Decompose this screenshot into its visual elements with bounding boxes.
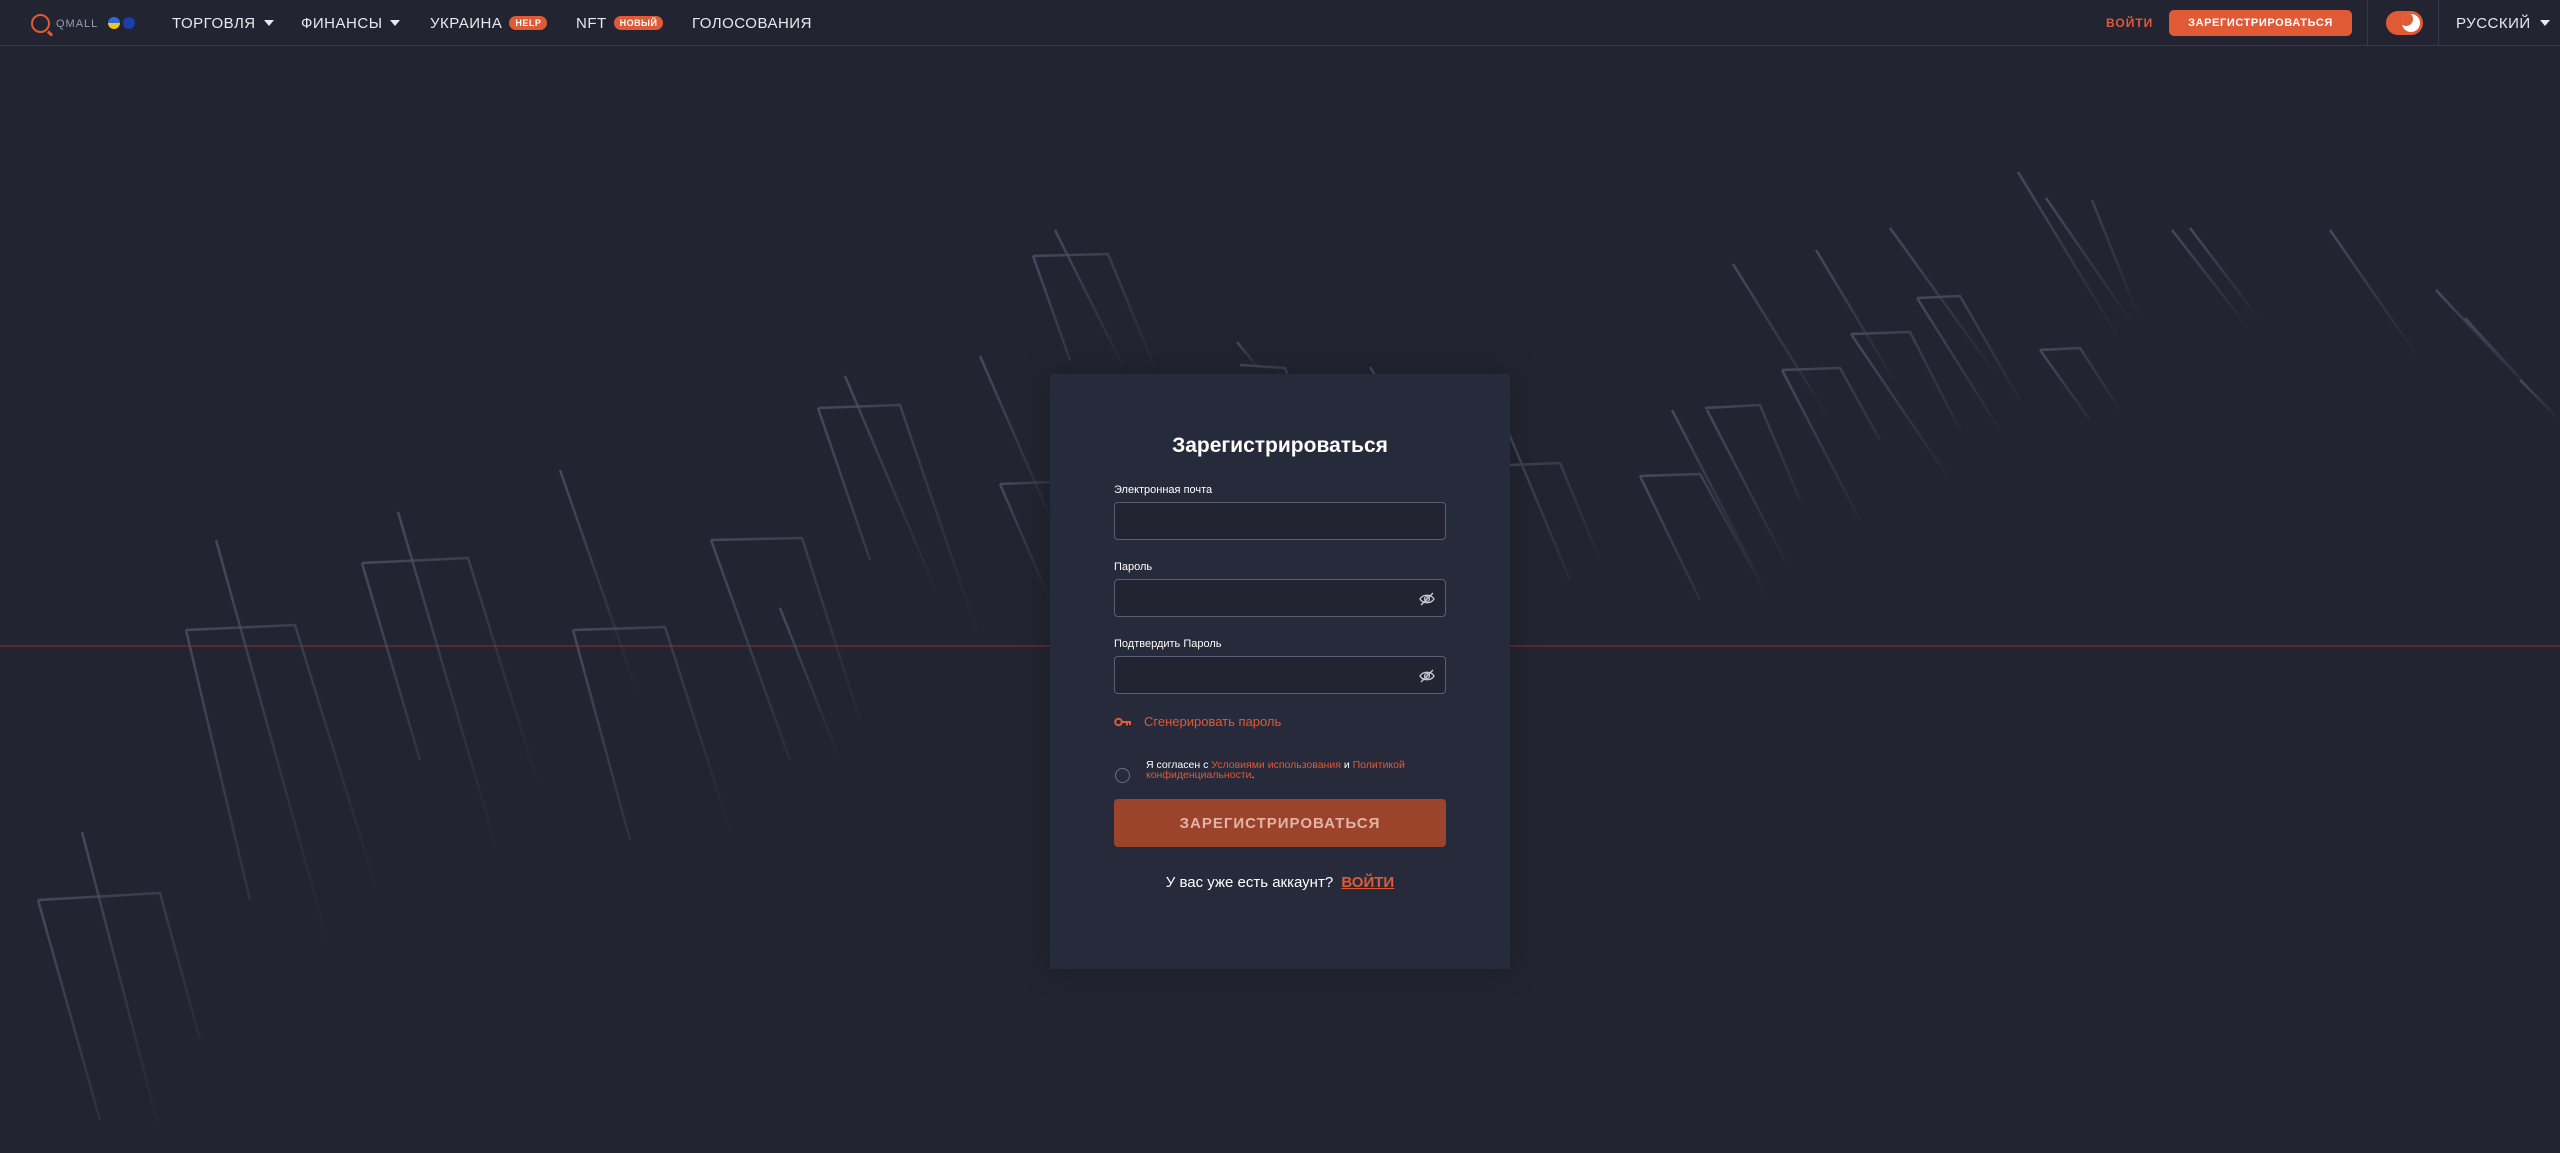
confirm-password-label: Подтвердить Пароль bbox=[1114, 638, 1222, 650]
ukraine-flag-icon bbox=[108, 17, 120, 29]
key-icon bbox=[1114, 717, 1131, 726]
new-badge: НОВЫЙ bbox=[613, 16, 664, 30]
agree-and: и bbox=[1343, 759, 1350, 771]
nav-ukraine-label: УКРАИНА bbox=[430, 14, 503, 32]
password-field[interactable] bbox=[1114, 579, 1446, 617]
divider bbox=[2367, 0, 2368, 46]
generate-password-link[interactable]: Сгенерировать пароль bbox=[1114, 714, 1281, 729]
have-account-text: У вас уже есть аккаунт? bbox=[1165, 874, 1334, 891]
eye-off-icon[interactable] bbox=[1419, 591, 1435, 607]
top-navbar: QMALL ТОРГОВЛЯ ФИНАНСЫ УКРАИНА HELP NFT … bbox=[0, 0, 2560, 46]
language-label: РУССКИЙ bbox=[2456, 14, 2531, 32]
chevron-down-icon bbox=[390, 20, 401, 26]
nav-voting[interactable]: ГОЛОСОВАНИЯ bbox=[692, 0, 812, 46]
nav-trade-label: ТОРГОВЛЯ bbox=[172, 14, 256, 32]
submit-register-button[interactable]: ЗАРЕГИСТРИРОВАТЬСЯ bbox=[1114, 799, 1446, 847]
eu-flag-icon bbox=[123, 17, 135, 29]
logo[interactable]: QMALL bbox=[31, 14, 98, 33]
confirm-password-field[interactable] bbox=[1114, 656, 1446, 694]
divider bbox=[2438, 0, 2439, 46]
nav-nft[interactable]: NFT НОВЫЙ bbox=[576, 0, 664, 46]
chevron-down-icon bbox=[2539, 20, 2550, 26]
login-link[interactable]: ВОЙТИ bbox=[1341, 874, 1394, 891]
have-account-row: У вас уже есть аккаунт? ВОЙТИ bbox=[1050, 874, 1510, 891]
moon-icon bbox=[2402, 14, 2420, 32]
eye-off-icon[interactable] bbox=[1419, 668, 1435, 684]
nav-finance-label: ФИНАНСЫ bbox=[301, 14, 383, 32]
nav-nft-label: NFT bbox=[576, 14, 607, 32]
register-card: Зарегистрироваться Электронная почта Пар… bbox=[1050, 374, 1510, 969]
page-title: Зарегистрироваться bbox=[1172, 434, 1388, 457]
header-login-link[interactable]: ВОЙТИ bbox=[2106, 0, 2153, 46]
nav-finance[interactable]: ФИНАНСЫ bbox=[301, 0, 401, 46]
email-field[interactable] bbox=[1114, 502, 1446, 540]
agree-suffix: . bbox=[1251, 769, 1255, 781]
nav-ukraine[interactable]: УКРАИНА HELP bbox=[430, 0, 548, 46]
generate-password-label: Сгенерировать пароль bbox=[1144, 714, 1282, 729]
language-select[interactable]: РУССКИЙ bbox=[2456, 0, 2550, 46]
logo-mark-icon bbox=[31, 14, 50, 33]
terms-text: Я согласен с Условиями использования и П… bbox=[1146, 759, 1446, 781]
theme-toggle[interactable] bbox=[2386, 11, 2423, 35]
email-label: Электронная почта bbox=[1114, 484, 1213, 496]
help-badge: HELP bbox=[509, 16, 548, 30]
nav-trade[interactable]: ТОРГОВЛЯ bbox=[172, 0, 274, 46]
chevron-down-icon bbox=[263, 20, 274, 26]
terms-checkbox[interactable] bbox=[1115, 768, 1130, 783]
logo-text: QMALL bbox=[56, 17, 99, 30]
header-register-button[interactable]: ЗАРЕГИСТРИРОВАТЬСЯ bbox=[2169, 10, 2352, 36]
flags bbox=[108, 17, 135, 29]
nav-voting-label: ГОЛОСОВАНИЯ bbox=[692, 14, 812, 32]
password-label: Пароль bbox=[1114, 561, 1153, 573]
